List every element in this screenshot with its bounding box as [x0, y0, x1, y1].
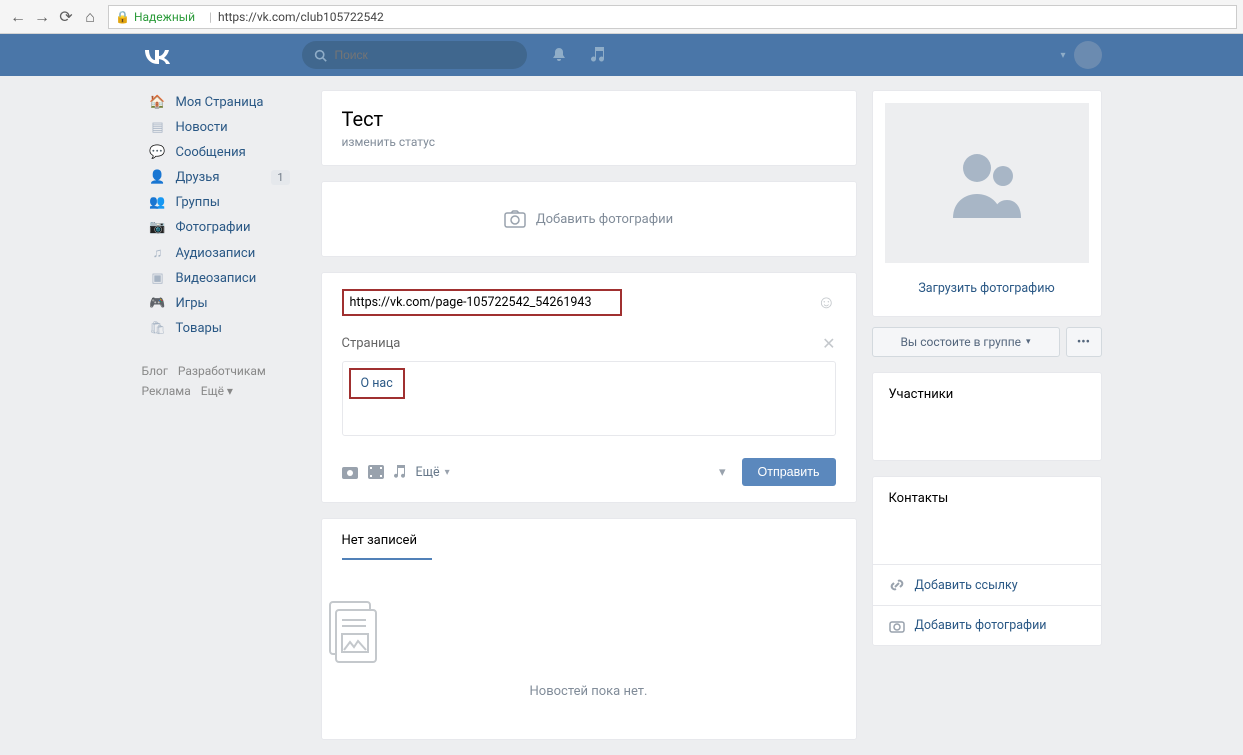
participants-section: Участники [872, 372, 1102, 461]
add-link-label: Добавить ссылку [915, 578, 1018, 593]
emoji-icon[interactable]: ☺ [817, 292, 835, 313]
nav-label: Новости [176, 120, 228, 135]
nav-audio[interactable]: ♫ Аудиозаписи [142, 240, 296, 266]
nav-market[interactable]: 🛍 Товары [142, 316, 296, 341]
camera-icon [889, 619, 905, 633]
address-bar[interactable]: 🔒 Надежный | https://vk.com/club10572254… [108, 5, 1237, 29]
membership-button[interactable]: Вы состоите в группе ▾ [872, 327, 1060, 357]
camera-icon: 📷 [148, 220, 168, 235]
home-icon[interactable]: ⌂ [78, 5, 102, 29]
group-title: Тест [342, 107, 836, 131]
reload-icon[interactable]: ⟳ [54, 5, 78, 29]
nav-label: Друзья [176, 170, 220, 185]
nav-groups[interactable]: 👥 Группы [142, 190, 296, 215]
search-icon [314, 49, 327, 62]
gamepad-icon: 🎮 [148, 296, 168, 311]
footer-more[interactable]: Ещё ▾ [201, 384, 233, 398]
url-text: https://vk.com/club105722542 [218, 10, 384, 24]
footer-dev[interactable]: Разработчикам [178, 364, 266, 378]
attach-audio-icon[interactable] [394, 465, 406, 479]
nav-messages[interactable]: 💬 Сообщения [142, 140, 296, 165]
notifications-icon[interactable] [551, 47, 567, 63]
browser-toolbar: ← → ⟳ ⌂ 🔒 Надежный | https://vk.com/club… [0, 0, 1243, 34]
about-highlight: О нас [349, 368, 405, 399]
url-separator: | [209, 10, 212, 24]
nav-photos[interactable]: 📷 Фотографии [142, 215, 296, 240]
nav-label: Аудиозаписи [176, 246, 256, 261]
add-photos-row[interactable]: Добавить фотографии [873, 605, 1101, 645]
nav-label: Видеозаписи [176, 271, 257, 286]
contacts-heading[interactable]: Контакты [873, 477, 1101, 514]
upload-photo-link[interactable]: Загрузить фотографию [918, 273, 1054, 304]
cover-placeholder [885, 103, 1089, 263]
nav-label: Группы [176, 195, 220, 210]
nav-video[interactable]: ▣ Видеозаписи [142, 266, 296, 291]
wall-tab[interactable]: Нет записей [322, 519, 856, 560]
membership-label: Вы состоите в группе [900, 335, 1021, 349]
send-button[interactable]: Отправить [742, 458, 836, 486]
vk-logo[interactable] [142, 46, 302, 64]
music-icon: ♫ [148, 245, 168, 261]
profile-menu[interactable]: ▾ [1060, 41, 1101, 69]
nav-label: Игры [176, 296, 208, 311]
avatar [1074, 41, 1102, 69]
topbar: ▾ [0, 34, 1243, 76]
chat-icon: 💬 [148, 145, 168, 160]
forward-icon[interactable]: → [30, 5, 54, 29]
cover-block: Загрузить фотографию [872, 90, 1102, 317]
attach-photo-icon[interactable] [342, 465, 358, 479]
search-box[interactable] [302, 41, 527, 69]
more-actions-button[interactable]: ••• [1066, 327, 1102, 357]
attached-page[interactable]: О нас [342, 361, 836, 436]
users-icon: 👥 [148, 195, 168, 210]
wall: Нет записей Новостей пока нет. [321, 518, 857, 740]
sidebar: 🏠 Моя Страница ▤ Новости 💬 Сообщения 👤 Друзь… [142, 90, 306, 755]
change-status[interactable]: изменить статус [342, 135, 836, 149]
footer-ads[interactable]: Реклама [142, 384, 191, 398]
search-input[interactable] [333, 47, 515, 63]
remove-attach-icon[interactable]: ✕ [822, 334, 835, 353]
nav-label: Товары [176, 321, 222, 336]
empty-docs-icon [322, 600, 382, 670]
attach-label: Страница [342, 336, 401, 351]
nav-label: Фотографии [176, 220, 251, 235]
nav-games[interactable]: 🎮 Игры [142, 291, 296, 316]
home-icon: 🏠 [148, 95, 168, 110]
chevron-down-icon: ▾ [1026, 337, 1031, 347]
add-photos-bar[interactable]: Добавить фотографии [321, 181, 857, 257]
camera-icon [504, 210, 526, 228]
nav-label: Сообщения [176, 145, 246, 160]
friends-badge: 1 [271, 170, 289, 185]
attach-video-icon[interactable] [368, 465, 384, 479]
more-attach-button[interactable]: Ещё [416, 465, 450, 480]
post-composer: https://vk.com/page-105722542_54261943 ☺… [321, 272, 857, 503]
link-icon [889, 577, 905, 593]
lock-icon: 🔒 [115, 10, 130, 24]
group-header: Тест изменить статус [321, 90, 857, 166]
people-icon [947, 148, 1027, 218]
participants-heading[interactable]: Участники [873, 373, 1101, 410]
post-settings-icon[interactable]: ▾ [719, 465, 726, 480]
nav-label: Моя Страница [176, 95, 264, 110]
nav-news[interactable]: ▤ Новости [142, 115, 296, 140]
news-icon: ▤ [148, 120, 168, 135]
footer-links: Блог Разработчикам Реклама Ещё ▾ [142, 361, 296, 401]
user-icon: 👤 [148, 170, 168, 185]
post-url-highlight[interactable]: https://vk.com/page-105722542_54261943 [342, 289, 622, 316]
contacts-section: Контакты Добавить ссылку Добавить фотогр… [872, 476, 1102, 646]
add-link-row[interactable]: Добавить ссылку [873, 564, 1101, 605]
add-photos-label: Добавить фотографии [536, 212, 673, 227]
chevron-down-icon: ▾ [1060, 50, 1065, 61]
add-photos-label: Добавить фотографии [915, 618, 1047, 633]
music-icon[interactable] [591, 47, 605, 63]
nav-my-page[interactable]: 🏠 Моя Страница [142, 90, 296, 115]
footer-blog[interactable]: Блог [142, 364, 168, 378]
empty-text: Новостей пока нет. [322, 684, 856, 699]
bag-icon: 🛍 [148, 321, 168, 336]
trusted-label: Надежный [134, 10, 195, 24]
nav-friends[interactable]: 👤 Друзья 1 [142, 165, 296, 190]
back-icon[interactable]: ← [6, 5, 30, 29]
video-icon: ▣ [148, 271, 168, 286]
